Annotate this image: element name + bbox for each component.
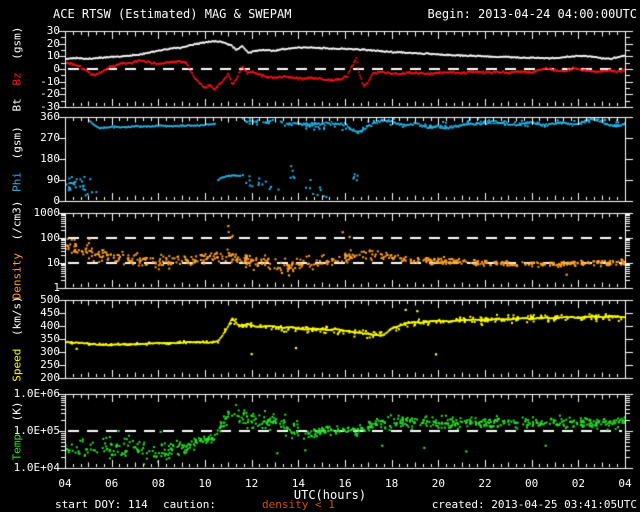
ace-rtsw-swepam-plot: ACE RTSW (Estimated) MAG & SWEPAM Begin:… — [0, 0, 640, 512]
panel-temp-axis-label: Temp (K) — [11, 399, 24, 464]
temp-label: Temp — [10, 434, 24, 461]
density-unit-label: (/cm3) — [10, 200, 24, 241]
y-tick-label: 250 — [40, 358, 60, 371]
phi-unit-label: (gsm) — [10, 126, 24, 160]
y-tick-label: 200 — [40, 371, 60, 384]
panel-density-axis-label: Density (/cm3) — [11, 198, 24, 303]
y-tick-label: 400 — [40, 319, 60, 332]
begin-timestamp: Begin: 2013-04-24 04:00:00UTC — [427, 7, 637, 21]
bt-label: Bt — [10, 98, 24, 112]
y-tick-label: 0 — [53, 62, 60, 75]
plot-text-overlay: ACE RTSW (Estimated) MAG & SWEPAM Begin:… — [0, 0, 640, 512]
caution-label: caution: — [163, 498, 216, 511]
speed-label: Speed — [10, 348, 24, 382]
phi-label: Phi — [10, 171, 24, 192]
panel-speed-axis-label: Speed (km/s) — [11, 293, 24, 385]
speed-unit-label: (km/s) — [10, 296, 24, 336]
density-caution-value: density < 1 — [262, 498, 335, 511]
created-timestamp: created: 2013-04-25 03:41:05UTC — [431, 498, 637, 511]
y-tick-label: 360 — [40, 110, 60, 123]
y-tick-label: 10 — [46, 49, 60, 63]
panel-mag-axis-label: Bt Bz (gsm) — [11, 24, 24, 115]
x-tick-label: 04 — [618, 477, 632, 490]
y-tick-label: 1.0E+05 — [13, 424, 60, 437]
start-doy-label: start DOY: 114 — [55, 498, 148, 511]
panel-phi-axis-label: Phi (gsm) — [11, 123, 24, 195]
y-tick-label: -10 — [40, 74, 60, 88]
y-tick-label: 450 — [40, 306, 60, 319]
y-tick-label: 90 — [46, 173, 60, 186]
y-tick-label: 100 — [40, 231, 60, 244]
y-tick-label: 270 — [40, 131, 60, 144]
y-tick-label: 1.0E+06 — [13, 387, 60, 400]
temp-unit-label: (K) — [10, 401, 24, 422]
y-tick-label: 1000 — [33, 206, 61, 219]
y-tick-label: 1.0E+04 — [13, 461, 60, 474]
y-tick-label: 30 — [46, 24, 60, 37]
y-tick-label: 350 — [40, 332, 60, 345]
y-tick-label: 180 — [40, 152, 60, 165]
y-tick-label: 300 — [40, 345, 60, 358]
page-title: ACE RTSW (Estimated) MAG & SWEPAM — [53, 7, 292, 21]
bz-label: Bz — [10, 72, 24, 86]
gsm-unit-label: (gsm) — [10, 26, 24, 60]
y-tick-label: 10 — [46, 256, 60, 269]
y-tick-label: -20 — [40, 87, 60, 101]
y-tick-label: 500 — [40, 293, 60, 306]
y-tick-label: 20 — [46, 36, 60, 50]
